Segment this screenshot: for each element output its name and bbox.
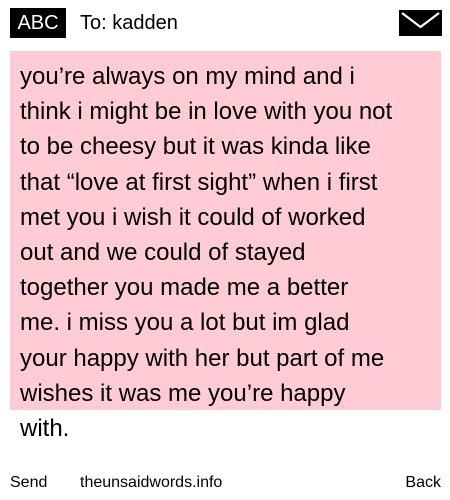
- site-watermark: theunsaidwords.info: [80, 474, 223, 491]
- input-mode-badge[interactable]: ABC: [10, 8, 66, 38]
- back-button[interactable]: Back: [405, 472, 441, 494]
- message-header: ABC To: kadden: [0, 0, 450, 44]
- send-button[interactable]: Send: [10, 472, 47, 494]
- recipient-field[interactable]: To: kadden: [80, 10, 178, 36]
- message-body[interactable]: you’re always on my mind and i think i m…: [20, 59, 440, 446]
- envelope-icon: [399, 10, 442, 36]
